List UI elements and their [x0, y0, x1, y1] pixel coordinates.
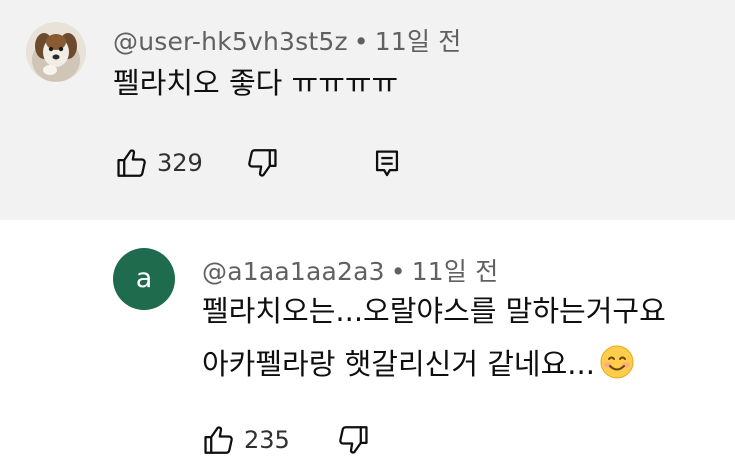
like-button[interactable]: 329 [115, 146, 203, 180]
reply-text-line-2: 아카펠라랑 햇갈리신거 같네요... [202, 344, 635, 382]
thumbs-up-icon [202, 423, 236, 457]
dislike-button[interactable] [245, 146, 279, 180]
reply-author[interactable]: @a1aa1aa2a3 [202, 257, 385, 286]
meta-separator: • [353, 27, 369, 56]
thumbs-down-icon [245, 146, 279, 180]
comment-text: 펠라치오 좋다 ㅠㅠㅠㅠ [113, 66, 399, 100]
reply-text-line-1: 펠라치오는...오랄야스를 말하는거구요 [202, 294, 666, 328]
thumbs-down-icon [336, 423, 370, 457]
user-avatar[interactable] [26, 22, 86, 82]
reply-avatar[interactable]: a [113, 248, 175, 310]
reply-time[interactable]: 11일 전 [412, 257, 499, 286]
comment-thread: @user-hk5vh3st5z • 11일 전 펠라치오 좋다 ㅠㅠㅠㅠ 329 [0, 0, 735, 220]
reply-like-button[interactable]: 235 [202, 423, 290, 457]
reply-comment-icon [370, 146, 404, 180]
reply-like-count: 235 [244, 426, 290, 454]
meta-separator: • [390, 257, 406, 286]
reply-thread: a @a1aa1aa2a3 • 11일 전 펠라치오는...오랄야스를 말하는거구요… [0, 220, 735, 464]
like-count: 329 [157, 149, 203, 177]
reply-dislike-button[interactable] [336, 423, 370, 457]
comment-author[interactable]: @user-hk5vh3st5z [113, 27, 348, 56]
smiling-face-emoji-icon [599, 344, 635, 380]
comment-meta: @user-hk5vh3st5z • 11일 전 [113, 22, 462, 58]
reply-meta: @a1aa1aa2a3 • 11일 전 [202, 252, 498, 288]
reply-text-line-2-content: 아카펠라랑 햇갈리신거 같네요... [202, 347, 595, 381]
thumbs-up-icon [115, 146, 149, 180]
reply-button[interactable] [370, 146, 404, 180]
comment-time[interactable]: 11일 전 [375, 27, 462, 56]
